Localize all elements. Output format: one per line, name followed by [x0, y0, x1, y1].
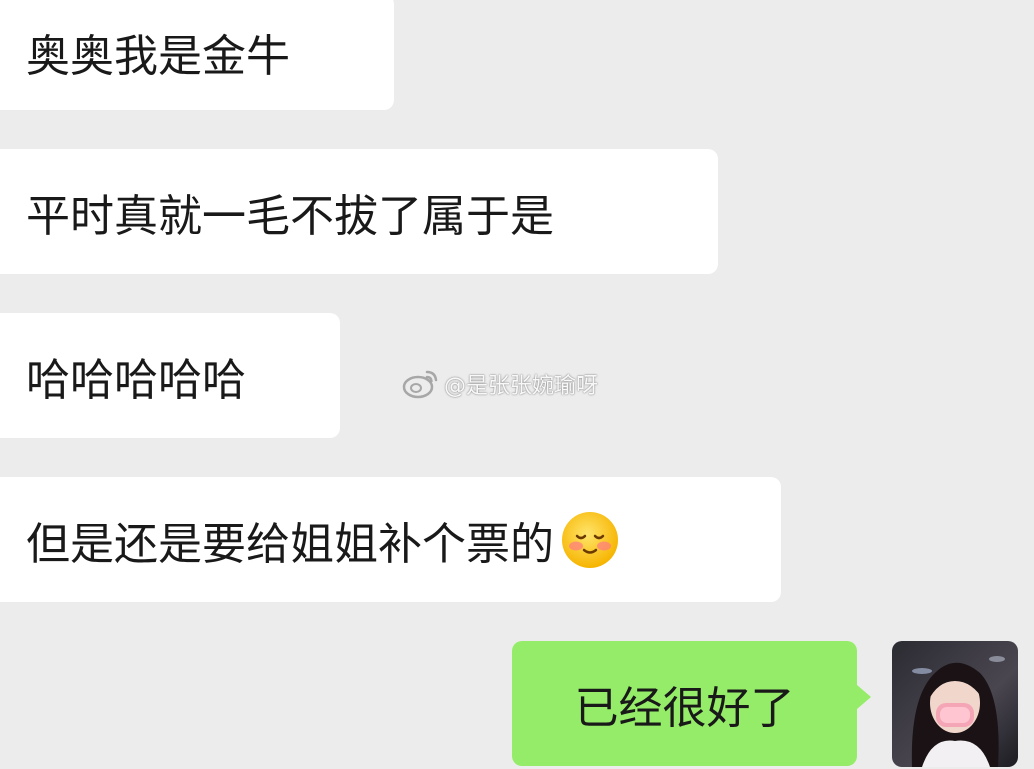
bubble-tail — [857, 685, 871, 709]
message-text: 但是还是要给姐姐补个票的 — [26, 518, 554, 570]
weibo-icon — [402, 368, 440, 400]
message-text: 奥奥我是金牛 — [26, 31, 290, 82]
message-bubble-incoming[interactable]: 奥奥我是金牛 — [0, 0, 394, 110]
message-text: 哈哈哈哈哈 — [26, 354, 246, 406]
watermark-text: @是张张婉瑜呀 — [444, 374, 599, 399]
message-bubble-incoming[interactable]: 平时真就一毛不拔了属于是 — [0, 149, 718, 274]
watermark: @是张张婉瑜呀 — [402, 368, 598, 400]
message-text: 平时真就一毛不拔了属于是 — [26, 190, 554, 242]
message-bubble-incoming[interactable]: 哈哈哈哈哈 — [0, 313, 340, 438]
message-bubble-incoming[interactable]: 但是还是要给姐姐补个票的 — [0, 477, 781, 602]
avatar[interactable] — [892, 641, 1018, 767]
smiling-face-with-blush-emoji — [560, 510, 620, 570]
message-text: 已经很好了 — [574, 682, 795, 734]
message-bubble-outgoing[interactable]: 已经很好了 — [512, 641, 857, 766]
chat-window: 奥奥我是金牛 平时真就一毛不拔了属于是 哈哈哈哈哈 但是还是要给姐姐补个票的 已… — [0, 0, 1034, 769]
